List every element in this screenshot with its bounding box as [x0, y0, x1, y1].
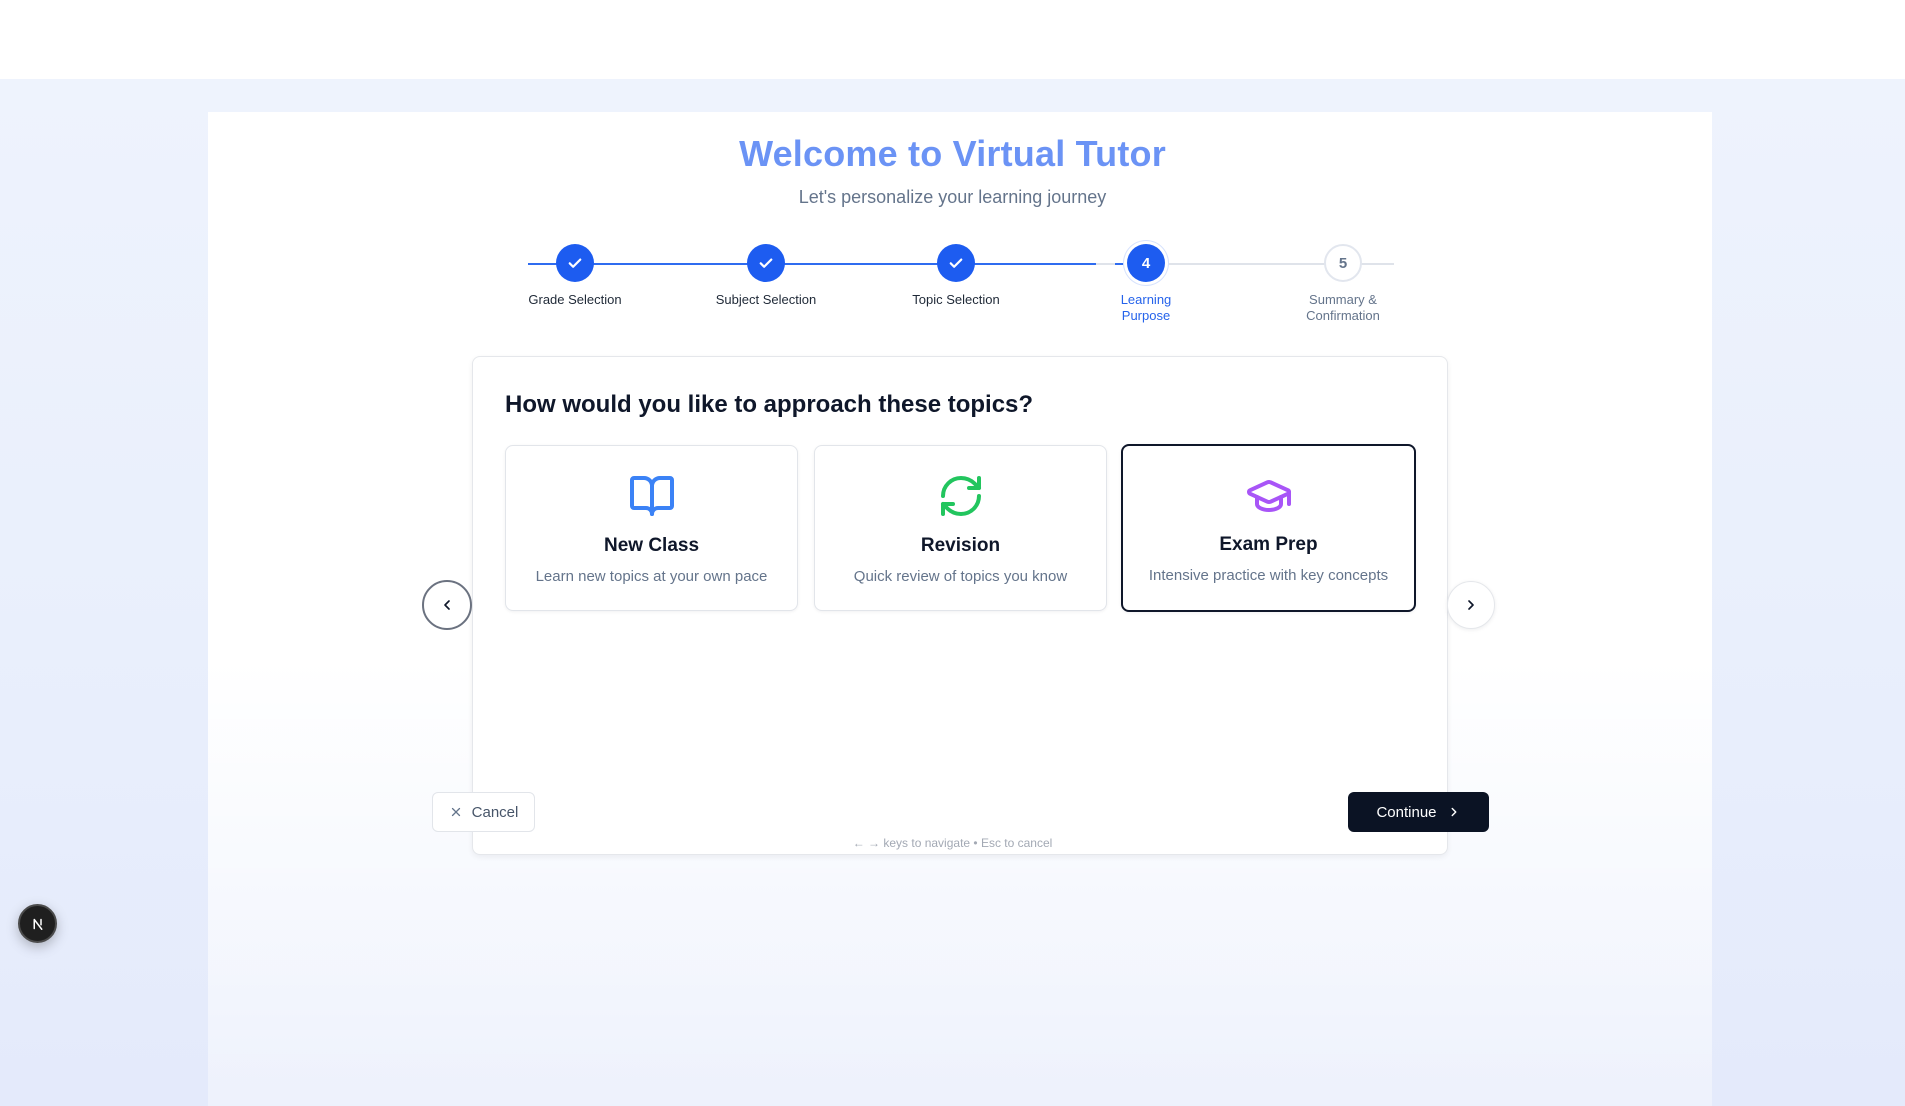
option-title: Exam Prep	[1219, 534, 1318, 555]
check-icon	[759, 258, 773, 268]
option-title: Revision	[920, 535, 1001, 556]
option-title: New Class	[603, 535, 700, 556]
cancel-button[interactable]: Cancel	[432, 792, 535, 832]
keyboard-hint: ← → keys to navigate • Esc to cancel	[852, 836, 1053, 850]
next-button[interactable]	[1447, 581, 1495, 629]
chevron-left-icon	[444, 600, 450, 610]
option-revision[interactable]: Revision Quick review of topics you know	[814, 445, 1107, 611]
refresh-icon	[940, 476, 981, 516]
check-icon	[949, 258, 963, 268]
option-description: Quick review of topics you know	[853, 568, 1068, 585]
option-description: Learn new topics at your own pace	[535, 568, 768, 585]
option-description: Intensive practice with key concepts	[1148, 567, 1389, 584]
previous-button[interactable]	[422, 580, 472, 630]
step-4-indicator[interactable]: 4	[1127, 244, 1165, 282]
stepper-line-completed	[528, 263, 1096, 265]
step-5-label: Summary & Confirmation	[1306, 292, 1380, 323]
page-subtitle: Let's personalize your learning journey	[798, 187, 1107, 207]
chevron-right-icon	[1451, 807, 1456, 817]
step-3-indicator[interactable]	[937, 244, 975, 282]
page-title: Welcome to Virtual Tutor	[739, 133, 1166, 174]
stepper-line-current	[1115, 263, 1127, 265]
step-2-label: Subject Selection	[715, 292, 817, 307]
graduation-cap-icon	[1246, 480, 1291, 512]
step-4-label: Learning Purpose	[1120, 292, 1172, 323]
nextjs-dev-badge[interactable]	[18, 904, 57, 943]
nextjs-logo-icon	[33, 918, 42, 930]
progress-stepper: Grade Selection Subject Selection Topic …	[528, 244, 1394, 334]
chevron-right-icon	[1468, 600, 1474, 610]
book-open-icon	[629, 476, 674, 516]
step-5-indicator[interactable]: 5	[1324, 244, 1362, 282]
purpose-question: How would you like to approach these top…	[505, 391, 1034, 418]
close-icon	[451, 807, 460, 817]
step-3-label: Topic Selection	[912, 292, 1000, 307]
continue-button[interactable]: Continue	[1348, 792, 1489, 832]
continue-label: Continue	[1376, 803, 1437, 821]
cancel-label: Cancel	[471, 803, 519, 821]
check-icon	[568, 258, 582, 268]
option-exam-prep[interactable]: Exam Prep Intensive practice with key co…	[1121, 444, 1416, 612]
option-new-class[interactable]: New Class Learn new topics at your own p…	[505, 445, 798, 611]
step-1-indicator[interactable]	[556, 244, 594, 282]
step-2-indicator[interactable]	[747, 244, 785, 282]
step-1-label: Grade Selection	[528, 292, 622, 307]
